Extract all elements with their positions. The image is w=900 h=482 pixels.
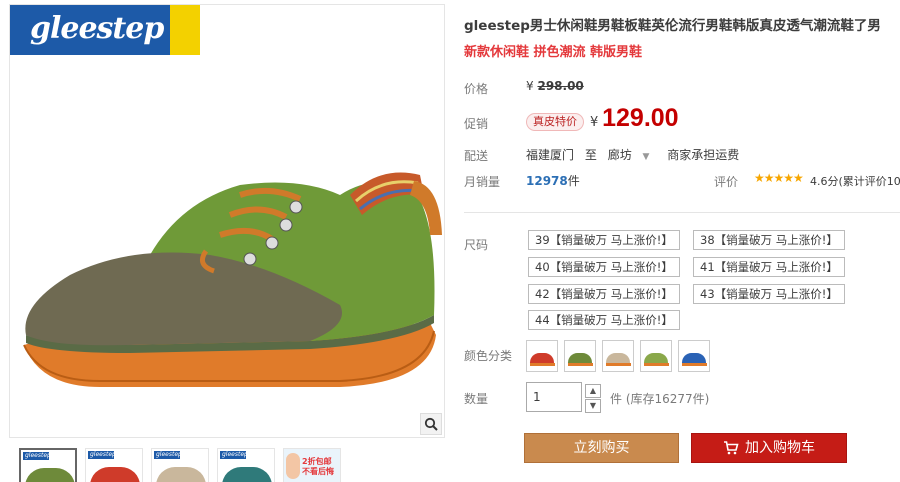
promo-label: 促销	[464, 117, 489, 131]
buy-now-button[interactable]: 立刻购买	[524, 433, 679, 463]
add-to-cart-button[interactable]: 加入购物车	[691, 433, 847, 463]
quantity-label: 数量	[464, 392, 489, 406]
zoom-icon[interactable]	[420, 413, 442, 435]
brand-logo-text: gleestep	[30, 11, 164, 46]
size-option-40[interactable]: 40【销量破万 马上涨价!】	[528, 257, 680, 277]
thumbnail-logo: gleestep	[23, 452, 51, 460]
sales-unit: 件	[567, 174, 580, 188]
cart-icon	[724, 441, 739, 455]
main-product-image[interactable]: gleestep	[9, 4, 445, 438]
size-option-38[interactable]: 38【销量破万 马上涨价!】	[693, 230, 845, 250]
product-title: gleestep男士休闲鞋男鞋板鞋英伦流行男鞋韩版真皮透气潮流鞋了男	[464, 18, 881, 34]
thumbnail-shoe	[90, 467, 140, 482]
thumbnail-3[interactable]: gleestep	[151, 448, 209, 482]
thumbnail-shoe	[222, 467, 272, 482]
thumbnail-strip: gleestep gleestep gleestep gleestep 2折包邮…	[9, 446, 445, 482]
quantity-increase-button[interactable]: ▲	[585, 384, 601, 398]
rating-summary-link[interactable]: 4.6分(累计评价10	[810, 173, 900, 189]
color-label: 颜色分类	[464, 349, 513, 363]
shipping-destination-select[interactable]: 廊坊 ▼	[608, 148, 657, 162]
thumbnail-shoe	[25, 468, 75, 482]
shipping-label: 配送	[464, 149, 489, 163]
rating-stars-icon: ★★★★★	[754, 171, 804, 185]
original-price-currency: ¥	[526, 79, 534, 93]
thumbnail-1[interactable]: gleestep	[19, 448, 77, 482]
size-option-43[interactable]: 43【销量破万 马上涨价!】	[693, 284, 845, 304]
shipping-info: 福建厦门 至 廊坊 ▼ 商家承担运费	[526, 146, 746, 163]
thumbnail-promo-text: 2折包邮 不看后悔	[302, 457, 334, 476]
thumbnail-shoe	[156, 467, 206, 482]
brand-logo: gleestep	[10, 5, 200, 55]
add-to-cart-label: 加入购物车	[745, 440, 815, 456]
shipping-from: 福建厦门	[526, 148, 575, 162]
rating-label: 评价	[714, 175, 739, 189]
original-price: ¥ 298.00	[526, 79, 584, 93]
promo-price: ¥ 129.00	[590, 104, 679, 133]
price-label: 价格	[464, 82, 489, 96]
color-swatch-green[interactable]	[564, 340, 596, 372]
original-price-value: 298.00	[537, 79, 584, 93]
thumbnail-2[interactable]: gleestep	[85, 448, 143, 482]
size-option-44[interactable]: 44【销量破万 马上涨价!】	[528, 310, 680, 330]
size-label: 尺码	[464, 238, 489, 252]
sales-label: 月销量	[464, 175, 501, 189]
shoe-image	[23, 172, 442, 387]
monthly-sales: 12978件	[526, 172, 580, 189]
color-swatch-red[interactable]	[526, 340, 558, 372]
color-swatch-beige[interactable]	[602, 340, 634, 372]
promo-price-value: 129.00	[602, 104, 679, 132]
size-option-42[interactable]: 42【销量破万 马上涨价!】	[528, 284, 680, 304]
divider	[464, 212, 900, 213]
color-swatch-blue[interactable]	[678, 340, 710, 372]
shipping-destination: 廊坊	[607, 148, 632, 162]
color-swatch-lightgreen[interactable]	[640, 340, 672, 372]
product-subtitle: 新款休闲鞋 拼色潮流 韩版男鞋	[464, 45, 643, 60]
size-option-41[interactable]: 41【销量破万 马上涨价!】	[693, 257, 845, 277]
promo-badge: 真皮特价	[526, 113, 584, 131]
brand-logo-accent	[170, 5, 200, 55]
promo-figure-icon	[286, 453, 300, 479]
thumbnail-promo: 2折包邮 不看后悔	[284, 449, 340, 482]
thumbnail-5[interactable]: 2折包邮 不看后悔	[283, 448, 341, 482]
quantity-input[interactable]	[526, 382, 582, 412]
thumbnail-logo: gleestep	[154, 451, 182, 459]
thumbnail-logo: gleestep	[88, 451, 116, 459]
shipping-to-word: 至	[584, 148, 597, 162]
shipping-fee: 商家承担运费	[667, 148, 740, 162]
size-option-39[interactable]: 39【销量破万 马上涨价!】	[528, 230, 680, 250]
thumbnail-logo: gleestep	[220, 451, 248, 459]
chevron-down-icon: ▼	[642, 152, 650, 162]
promo-price-currency: ¥	[590, 115, 599, 130]
stock-info: 件 (库存16277件)	[610, 392, 710, 406]
thumbnail-4[interactable]: gleestep	[217, 448, 275, 482]
quantity-decrease-button[interactable]: ▼	[585, 399, 601, 413]
sales-count: 12978	[526, 174, 568, 188]
